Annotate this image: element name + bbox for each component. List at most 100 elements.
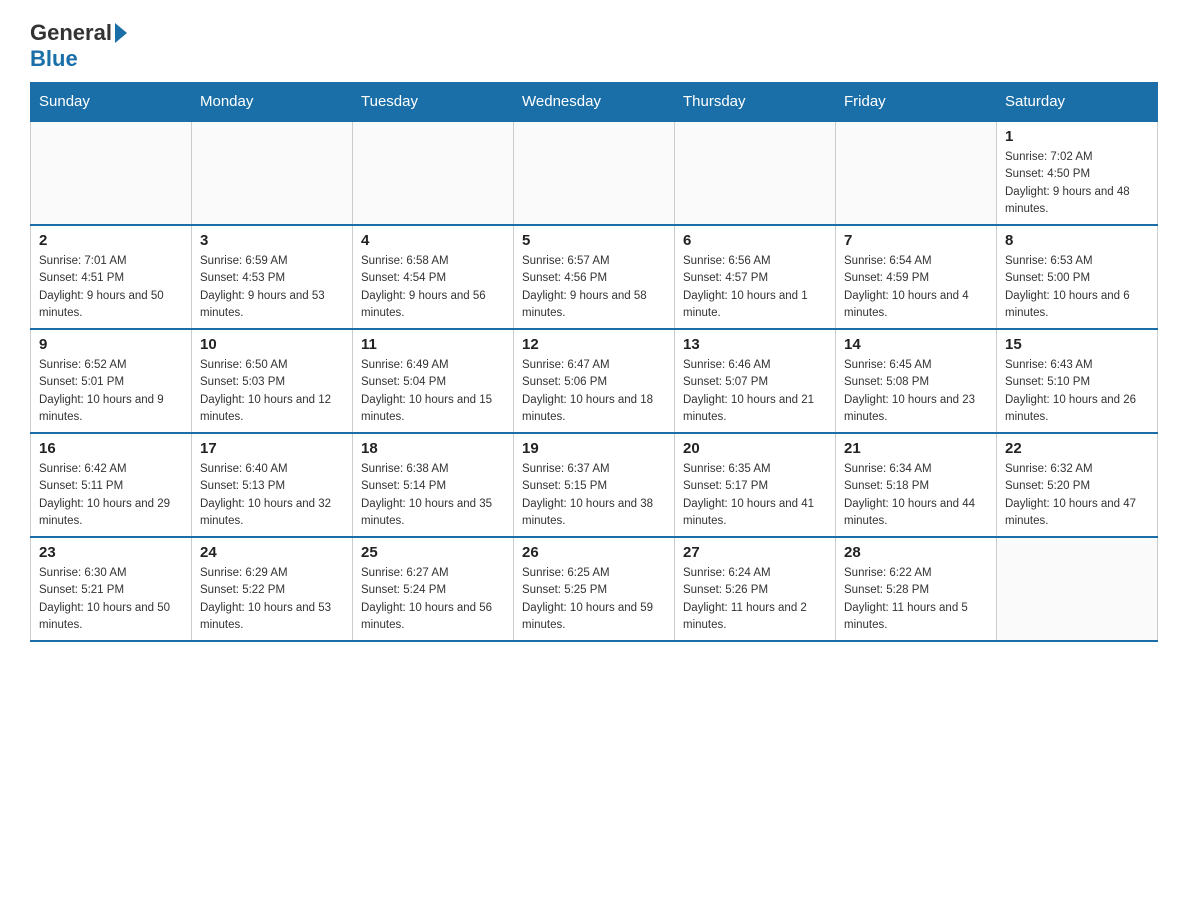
day-cell xyxy=(192,121,353,225)
day-number: 1 xyxy=(1005,128,1149,145)
day-info: Sunrise: 6:57 AM Sunset: 4:56 PM Dayligh… xyxy=(522,253,666,322)
day-cell xyxy=(31,121,192,225)
day-number: 4 xyxy=(361,232,505,249)
day-info: Sunrise: 6:53 AM Sunset: 5:00 PM Dayligh… xyxy=(1005,253,1149,322)
day-info: Sunrise: 6:38 AM Sunset: 5:14 PM Dayligh… xyxy=(361,461,505,530)
day-cell: 15 Sunrise: 6:43 AM Sunset: 5:10 PM Dayli… xyxy=(997,329,1158,433)
day-number: 22 xyxy=(1005,440,1149,457)
day-info: Sunrise: 6:34 AM Sunset: 5:18 PM Dayligh… xyxy=(844,461,988,530)
week-row-5: 23 Sunrise: 6:30 AM Sunset: 5:21 PM Dayli… xyxy=(31,537,1158,641)
day-cell: 16 Sunrise: 6:42 AM Sunset: 5:11 PM Dayli… xyxy=(31,433,192,537)
day-number: 9 xyxy=(39,336,183,353)
column-header-monday: Monday xyxy=(192,83,353,122)
day-cell: 8 Sunrise: 6:53 AM Sunset: 5:00 PM Daylig… xyxy=(997,225,1158,329)
day-number: 10 xyxy=(200,336,344,353)
day-number: 8 xyxy=(1005,232,1149,249)
day-cell: 25 Sunrise: 6:27 AM Sunset: 5:24 PM Dayli… xyxy=(353,537,514,641)
week-row-1: 1 Sunrise: 7:02 AM Sunset: 4:50 PM Daylig… xyxy=(31,121,1158,225)
day-cell: 27Sunrise: 6:24 AM Sunset: 5:26 PM Dayli… xyxy=(675,537,836,641)
week-row-4: 16 Sunrise: 6:42 AM Sunset: 5:11 PM Dayli… xyxy=(31,433,1158,537)
header-row: SundayMondayTuesdayWednesdayThursdayFrid… xyxy=(31,83,1158,122)
day-number: 18 xyxy=(361,440,505,457)
day-number: 20 xyxy=(683,440,827,457)
day-info: Sunrise: 6:45 AM Sunset: 5:08 PM Dayligh… xyxy=(844,357,988,426)
column-header-saturday: Saturday xyxy=(997,83,1158,122)
column-header-thursday: Thursday xyxy=(675,83,836,122)
day-info: Sunrise: 6:29 AM Sunset: 5:22 PM Dayligh… xyxy=(200,565,344,634)
day-cell: 5Sunrise: 6:57 AM Sunset: 4:56 PM Daylig… xyxy=(514,225,675,329)
day-info: Sunrise: 6:59 AM Sunset: 4:53 PM Dayligh… xyxy=(200,253,344,322)
day-info: Sunrise: 6:37 AM Sunset: 5:15 PM Dayligh… xyxy=(522,461,666,530)
day-info: Sunrise: 6:25 AM Sunset: 5:25 PM Dayligh… xyxy=(522,565,666,634)
logo-arrow-icon xyxy=(115,23,127,43)
day-cell: 1 Sunrise: 7:02 AM Sunset: 4:50 PM Daylig… xyxy=(997,121,1158,225)
day-number: 11 xyxy=(361,336,505,353)
day-info: Sunrise: 6:22 AM Sunset: 5:28 PM Dayligh… xyxy=(844,565,988,634)
day-cell: 24 Sunrise: 6:29 AM Sunset: 5:22 PM Dayli… xyxy=(192,537,353,641)
day-cell: 3 Sunrise: 6:59 AM Sunset: 4:53 PM Daylig… xyxy=(192,225,353,329)
day-number: 28 xyxy=(844,544,988,561)
day-info: Sunrise: 6:49 AM Sunset: 5:04 PM Dayligh… xyxy=(361,357,505,426)
day-cell: 6Sunrise: 6:56 AM Sunset: 4:57 PM Daylig… xyxy=(675,225,836,329)
day-cell: 23 Sunrise: 6:30 AM Sunset: 5:21 PM Dayli… xyxy=(31,537,192,641)
day-cell: 20 Sunrise: 6:35 AM Sunset: 5:17 PM Dayli… xyxy=(675,433,836,537)
day-cell: 14 Sunrise: 6:45 AM Sunset: 5:08 PM Dayli… xyxy=(836,329,997,433)
day-number: 24 xyxy=(200,544,344,561)
day-number: 3 xyxy=(200,232,344,249)
day-info: Sunrise: 7:01 AM Sunset: 4:51 PM Dayligh… xyxy=(39,253,183,322)
day-info: Sunrise: 6:27 AM Sunset: 5:24 PM Dayligh… xyxy=(361,565,505,634)
logo-general-text: General xyxy=(30,20,112,46)
day-cell: 17Sunrise: 6:40 AM Sunset: 5:13 PM Dayli… xyxy=(192,433,353,537)
logo: General Blue xyxy=(30,20,130,72)
day-cell: 26 Sunrise: 6:25 AM Sunset: 5:25 PM Dayli… xyxy=(514,537,675,641)
day-info: Sunrise: 6:40 AM Sunset: 5:13 PM Dayligh… xyxy=(200,461,344,530)
day-info: Sunrise: 6:32 AM Sunset: 5:20 PM Dayligh… xyxy=(1005,461,1149,530)
day-info: Sunrise: 6:58 AM Sunset: 4:54 PM Dayligh… xyxy=(361,253,505,322)
calendar-table: SundayMondayTuesdayWednesdayThursdayFrid… xyxy=(30,82,1158,642)
day-cell xyxy=(675,121,836,225)
day-number: 12 xyxy=(522,336,666,353)
day-info: Sunrise: 6:42 AM Sunset: 5:11 PM Dayligh… xyxy=(39,461,183,530)
day-cell: 10 Sunrise: 6:50 AM Sunset: 5:03 PM Dayli… xyxy=(192,329,353,433)
column-header-friday: Friday xyxy=(836,83,997,122)
day-info: Sunrise: 6:35 AM Sunset: 5:17 PM Dayligh… xyxy=(683,461,827,530)
day-cell: 4 Sunrise: 6:58 AM Sunset: 4:54 PM Daylig… xyxy=(353,225,514,329)
day-number: 16 xyxy=(39,440,183,457)
week-row-2: 2 Sunrise: 7:01 AM Sunset: 4:51 PM Daylig… xyxy=(31,225,1158,329)
day-number: 15 xyxy=(1005,336,1149,353)
day-number: 7 xyxy=(844,232,988,249)
day-cell: 21 Sunrise: 6:34 AM Sunset: 5:18 PM Dayli… xyxy=(836,433,997,537)
day-cell: 2 Sunrise: 7:01 AM Sunset: 4:51 PM Daylig… xyxy=(31,225,192,329)
day-info: Sunrise: 6:52 AM Sunset: 5:01 PM Dayligh… xyxy=(39,357,183,426)
day-cell: 18 Sunrise: 6:38 AM Sunset: 5:14 PM Dayli… xyxy=(353,433,514,537)
day-info: Sunrise: 6:54 AM Sunset: 4:59 PM Dayligh… xyxy=(844,253,988,322)
day-cell: 9 Sunrise: 6:52 AM Sunset: 5:01 PM Daylig… xyxy=(31,329,192,433)
day-cell: 28 Sunrise: 6:22 AM Sunset: 5:28 PM Dayli… xyxy=(836,537,997,641)
column-header-sunday: Sunday xyxy=(31,83,192,122)
day-cell: 13 Sunrise: 6:46 AM Sunset: 5:07 PM Dayli… xyxy=(675,329,836,433)
day-number: 25 xyxy=(361,544,505,561)
day-cell xyxy=(353,121,514,225)
day-info: Sunrise: 6:43 AM Sunset: 5:10 PM Dayligh… xyxy=(1005,357,1149,426)
day-cell: 7 Sunrise: 6:54 AM Sunset: 4:59 PM Daylig… xyxy=(836,225,997,329)
day-number: 21 xyxy=(844,440,988,457)
day-info: Sunrise: 6:50 AM Sunset: 5:03 PM Dayligh… xyxy=(200,357,344,426)
day-number: 26 xyxy=(522,544,666,561)
column-header-wednesday: Wednesday xyxy=(514,83,675,122)
day-info: Sunrise: 6:30 AM Sunset: 5:21 PM Dayligh… xyxy=(39,565,183,634)
page-header: General Blue xyxy=(30,20,1158,72)
day-cell: 12 Sunrise: 6:47 AM Sunset: 5:06 PM Dayli… xyxy=(514,329,675,433)
column-header-tuesday: Tuesday xyxy=(353,83,514,122)
day-cell xyxy=(997,537,1158,641)
day-info: Sunrise: 6:46 AM Sunset: 5:07 PM Dayligh… xyxy=(683,357,827,426)
day-number: 14 xyxy=(844,336,988,353)
day-info: Sunrise: 6:56 AM Sunset: 4:57 PM Dayligh… xyxy=(683,253,827,322)
day-number: 19 xyxy=(522,440,666,457)
day-cell xyxy=(836,121,997,225)
day-info: Sunrise: 6:47 AM Sunset: 5:06 PM Dayligh… xyxy=(522,357,666,426)
day-number: 13 xyxy=(683,336,827,353)
week-row-3: 9 Sunrise: 6:52 AM Sunset: 5:01 PM Daylig… xyxy=(31,329,1158,433)
day-number: 2 xyxy=(39,232,183,249)
day-info: Sunrise: 7:02 AM Sunset: 4:50 PM Dayligh… xyxy=(1005,149,1149,218)
day-number: 23 xyxy=(39,544,183,561)
